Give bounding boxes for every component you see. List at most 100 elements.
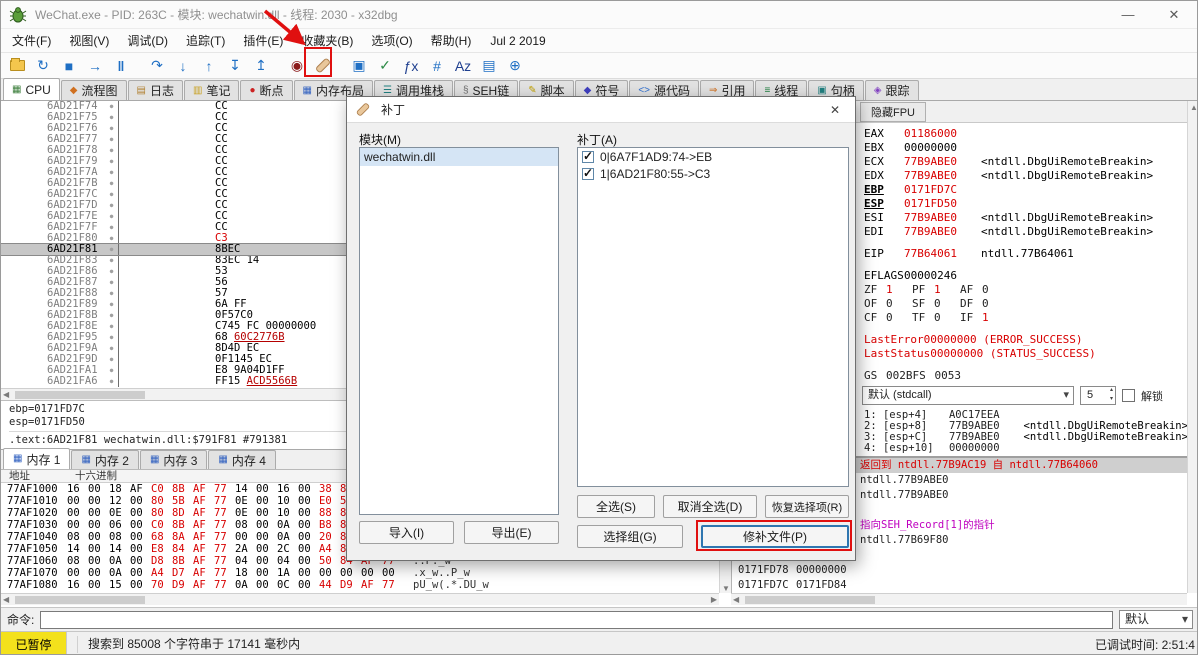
breakpoint-dot-icon[interactable]: ●: [105, 233, 119, 244]
export-button[interactable]: 导出(E): [464, 521, 559, 544]
menu-favourites[interactable]: 收藏夹(B): [292, 30, 362, 52]
run-icon[interactable]: →: [83, 54, 107, 78]
deselect-all-button[interactable]: 取消全选(D): [663, 495, 757, 518]
menu-view[interactable]: 视图(V): [60, 30, 118, 52]
hash-icon[interactable]: #: [425, 54, 449, 78]
menu-help[interactable]: 帮助(H): [422, 30, 481, 52]
scroll-thumb[interactable]: [15, 596, 145, 604]
breakpoints-icon[interactable]: ◉: [285, 54, 309, 78]
breakpoint-dot-icon[interactable]: ●: [105, 288, 119, 299]
calling-convention-select[interactable]: 默认 (stdcall): [862, 386, 1074, 405]
scroll-down-icon[interactable]: ▼: [722, 584, 730, 593]
scroll-right-icon[interactable]: ▶: [711, 595, 717, 604]
string-search-icon[interactable]: Az: [451, 54, 475, 78]
tab-memory-4[interactable]: ▦ 内存 4: [208, 450, 276, 469]
command-history-select[interactable]: 默认: [1119, 610, 1193, 629]
breakpoint-dot-icon[interactable]: ●: [105, 112, 119, 123]
patch-checkbox[interactable]: [582, 166, 594, 180]
tab-memory-3[interactable]: ▦ 内存 3: [139, 450, 208, 469]
module-list-item[interactable]: wechatwin.dll: [360, 148, 558, 166]
check-icon[interactable]: ✓: [373, 54, 397, 78]
import-button[interactable]: 导入(I): [359, 521, 454, 544]
tab-trace[interactable]: ◈ 跟踪: [864, 80, 919, 100]
breakpoint-dot-icon[interactable]: ●: [105, 200, 119, 211]
script-icon[interactable]: ▤: [477, 54, 501, 78]
breakpoint-dot-icon[interactable]: ●: [105, 365, 119, 376]
breakpoint-dot-icon[interactable]: ●: [105, 321, 119, 332]
patch-list-item[interactable]: 0|6A7F1AD9:74->EB: [578, 148, 848, 165]
breakpoint-dot-icon[interactable]: ●: [105, 299, 119, 310]
menu-file[interactable]: 文件(F): [3, 30, 60, 52]
scroll-left-icon[interactable]: ◀: [733, 595, 739, 604]
breakpoint-dot-icon[interactable]: ●: [105, 376, 119, 387]
step-over-icon[interactable]: ↷: [145, 54, 169, 78]
patch-list[interactable]: 0|6A7F1AD9:74->EB 1|6AD21F80:55->C3: [577, 147, 849, 487]
scroll-up-icon[interactable]: ▲: [1190, 103, 1197, 112]
register-value[interactable]: 00000246: [904, 269, 957, 282]
close-button[interactable]: ✕: [1151, 1, 1197, 29]
patch-checkbox[interactable]: [582, 149, 594, 163]
breakpoint-dot-icon[interactable]: ●: [105, 354, 119, 365]
register-value[interactable]: 00000000 (ERROR_SUCCESS): [924, 333, 1083, 346]
patch-icon[interactable]: [311, 54, 335, 78]
stop-icon[interactable]: ■: [57, 54, 81, 78]
argument-count-spinner[interactable]: 5: [1080, 386, 1116, 405]
register-value[interactable]: 00000000 (STATUS_SUCCESS): [930, 347, 1096, 360]
flag-value[interactable]: 0: [886, 311, 912, 325]
tab-cpu[interactable]: ▦ CPU: [3, 78, 60, 100]
stack-hscrollbar[interactable]: ◀: [731, 593, 1187, 605]
unlock-checkbox[interactable]: [1122, 389, 1135, 402]
flag-value[interactable]: 0: [982, 297, 1008, 311]
register-value[interactable]: 77B9ABE0: [904, 225, 957, 238]
breakpoint-dot-icon[interactable]: ●: [105, 123, 119, 134]
flag-value[interactable]: 1: [934, 283, 960, 297]
flag-value[interactable]: 0053: [935, 369, 962, 383]
module-list[interactable]: wechatwin.dll: [359, 147, 559, 515]
skip-icon[interactable]: ↥: [249, 54, 273, 78]
tab-log[interactable]: ▤ 日志: [127, 80, 183, 100]
register-value[interactable]: 00000000: [904, 141, 957, 154]
breakpoint-dot-icon[interactable]: ●: [105, 101, 119, 112]
tab-graph[interactable]: ◆ 流程图: [60, 80, 127, 100]
tab-memory-2[interactable]: ▦ 内存 2: [71, 450, 139, 469]
flag-value[interactable]: 0: [886, 297, 912, 311]
flag-value[interactable]: 0: [934, 311, 960, 325]
argument-value[interactable]: 00000000: [949, 442, 1000, 454]
flag-value[interactable]: 1: [886, 283, 912, 297]
patch-list-item[interactable]: 1|6AD21F80:55->C3: [578, 165, 848, 182]
open-file-icon[interactable]: [5, 54, 29, 78]
breakpoint-dot-icon[interactable]: ●: [105, 244, 119, 255]
register-value[interactable]: 01186000: [904, 127, 957, 140]
breakpoint-dot-icon[interactable]: ●: [105, 332, 119, 343]
register-value[interactable]: 77B9ABE0: [904, 211, 957, 224]
tab-notes[interactable]: ▥ 笔记: [183, 80, 240, 100]
run-to-return-icon[interactable]: ↧: [223, 54, 247, 78]
restore-selection-button[interactable]: 恢复选择项(R): [765, 495, 849, 518]
memory-hscrollbar[interactable]: ◀ ▶: [1, 593, 719, 605]
command-input[interactable]: [40, 610, 1113, 629]
breakpoint-dot-icon[interactable]: ●: [105, 189, 119, 200]
flag-value[interactable]: 0: [934, 297, 960, 311]
tab-memory-1[interactable]: ▦ 内存 1: [3, 448, 71, 469]
register-value[interactable]: 0171FD50: [904, 197, 957, 210]
memory-row[interactable]: 77AF1080 16 00 15 00 70 D9 AF 77 0A 00 0C 00 44 D9 AF 77…: [1, 579, 731, 591]
scroll-thumb[interactable]: [15, 391, 145, 399]
register-value[interactable]: 0171FD7C: [904, 183, 957, 196]
breakpoint-dot-icon[interactable]: ●: [105, 343, 119, 354]
scroll-left-icon[interactable]: ◀: [3, 595, 9, 604]
register-value[interactable]: 77B9ABE0: [904, 155, 957, 168]
flag-value[interactable]: 002B: [886, 369, 913, 383]
breakpoint-dot-icon[interactable]: ●: [105, 134, 119, 145]
hide-fpu-button[interactable]: 隐藏FPU: [860, 101, 926, 122]
register-value[interactable]: 77B64061: [904, 247, 957, 260]
flag-value[interactable]: 1: [982, 311, 1008, 325]
scroll-left-icon[interactable]: ◀: [3, 390, 9, 399]
breakpoint-dot-icon[interactable]: ●: [105, 255, 119, 266]
stack-row[interactable]: 0171FD78 00000000: [732, 563, 1197, 578]
patch-dialog-title-bar[interactable]: 补丁 ✕: [347, 97, 855, 123]
tab-breakpoints[interactable]: ● 断点: [240, 80, 293, 100]
registers-vscrollbar[interactable]: ▲: [1187, 101, 1197, 456]
globe-icon[interactable]: ⊕: [503, 54, 527, 78]
breakpoint-dot-icon[interactable]: ●: [105, 266, 119, 277]
stack-row[interactable]: 0171FD7C 0171FD84: [732, 578, 1197, 593]
